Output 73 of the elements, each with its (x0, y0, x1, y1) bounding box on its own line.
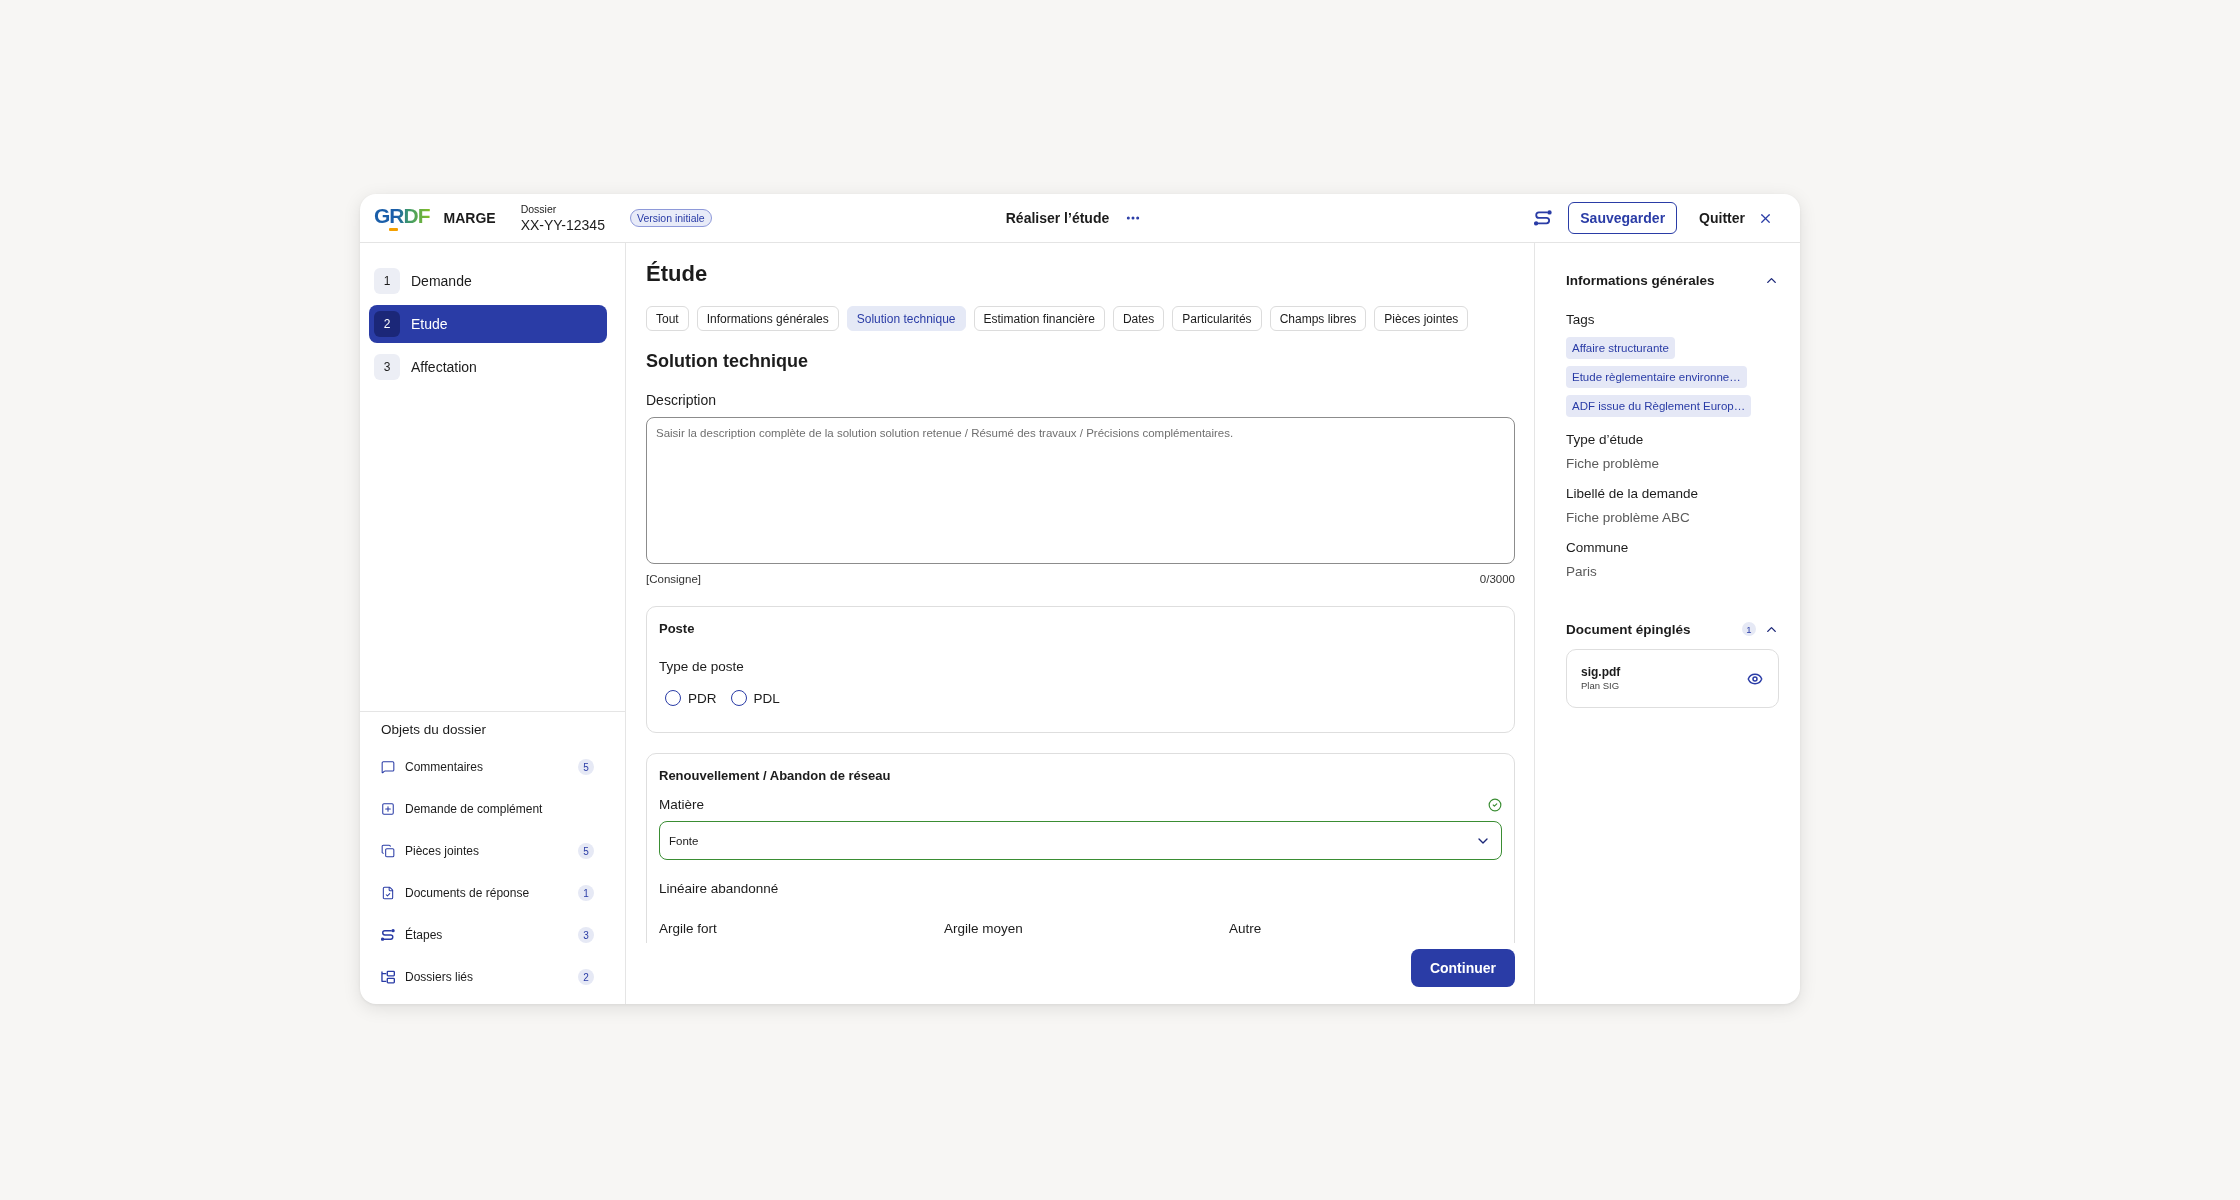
field-label: Description (646, 391, 717, 409)
count-badge: 5 (578, 843, 594, 859)
count-badge: 3 (578, 927, 594, 943)
tree-icon (381, 970, 395, 984)
select-field[interactable]: Fonte (659, 821, 1502, 860)
step-item[interactable]: 1 Demande (369, 262, 607, 300)
field-label: Matière (659, 796, 704, 814)
field-value: Fiche problème (1566, 455, 1660, 473)
file-description: Plan SIG (1581, 680, 1620, 692)
file-check-icon (381, 886, 395, 900)
column-label: Argile moyen (944, 920, 1023, 937)
section-title: Informations générales (1566, 272, 1715, 288)
save-button[interactable]: Sauvegarder (1568, 202, 1678, 234)
field-value: Fiche problème ABC (1566, 509, 1690, 527)
character-counter: 0/3000 (1479, 572, 1515, 587)
step-item[interactable]: 3 Affectation (369, 348, 607, 386)
step-item[interactable]: 2 Etude (369, 305, 607, 343)
section-heading: Solution technique (646, 350, 808, 373)
tab[interactable]: Informations générales (696, 306, 839, 331)
field-label: Type de poste (659, 658, 744, 676)
count-badge: 2 (578, 969, 594, 985)
count-badge: 1 (1742, 622, 1756, 636)
radio-label: PDR (688, 690, 717, 706)
quit-button[interactable]: Quitter (1699, 202, 1773, 234)
description-field[interactable]: Saisir la description complète de la solution solution retenue / Résumé des travaux / Précisions complémentaires. (646, 417, 1515, 564)
dossier-label: Dossier (520, 202, 557, 216)
sidebar-item[interactable]: Étapes 3 (381, 914, 604, 956)
tab[interactable]: Pièces jointes (1374, 306, 1469, 331)
section-title: Document épinglés (1566, 621, 1691, 637)
version-badge: Version initiale (629, 209, 712, 227)
column-label: Argile fort (659, 920, 717, 937)
field-label: Libellé de la demande (1566, 485, 1699, 503)
tab[interactable]: Particularités (1172, 306, 1262, 331)
sidebar-item[interactable]: Pièces jointes 5 (381, 830, 604, 872)
dossier-number: XX-YY-12345 (520, 215, 605, 234)
tag: ADF issue du Règlement Europ… (1566, 395, 1752, 417)
field-label: Tags (1566, 311, 1595, 329)
copy-icon (381, 844, 395, 858)
route-icon[interactable] (1534, 209, 1553, 227)
sidebar-item[interactable]: Commentaires 5 (381, 746, 604, 788)
route-icon (381, 928, 395, 942)
continue-button[interactable]: Continuer (1410, 949, 1515, 987)
column-label: Autre (1229, 920, 1262, 937)
tab[interactable]: Champs libres (1269, 306, 1367, 331)
tag: Affaire structurante (1566, 337, 1675, 359)
sidebar-item[interactable]: Demande de complément (381, 788, 604, 830)
plus-square-icon (381, 802, 395, 816)
count-badge: 5 (578, 759, 594, 775)
field-label: Type d’étude (1566, 431, 1644, 449)
comment-icon (381, 760, 395, 774)
app-name: MARGE (443, 210, 496, 226)
count-badge: 1 (578, 885, 594, 901)
tab[interactable]: Solution technique (846, 306, 966, 331)
page-heading: Étude (646, 260, 708, 288)
field-label: Commune (1566, 539, 1629, 557)
file-name: sig.pdf (1581, 665, 1621, 680)
tag: Etude règlementaire environne… (1566, 366, 1747, 388)
card-title: Renouvellement / Abandon de réseau (659, 767, 891, 785)
radio-label: PDL (753, 690, 780, 706)
field-hint: [Consigne] (646, 572, 701, 587)
tab[interactable]: Dates (1112, 306, 1165, 331)
field-label: Linéaire abandonné (659, 880, 779, 898)
step-number: 3 (374, 354, 400, 380)
tab[interactable]: Tout (646, 306, 689, 331)
tab[interactable]: Estimation financière (973, 306, 1105, 331)
field-value: Paris (1566, 563, 1597, 581)
objects-title: Objets du dossier (381, 721, 487, 739)
step-number: 2 (374, 311, 400, 337)
card-title: Poste (659, 620, 695, 638)
task-title: Réaliser l’étude (1005, 210, 1110, 226)
sidebar-item[interactable]: Dossiers liés 2 (381, 956, 604, 998)
sidebar-item[interactable]: Documents de réponse 1 (381, 872, 604, 914)
step-number: 1 (374, 268, 400, 294)
